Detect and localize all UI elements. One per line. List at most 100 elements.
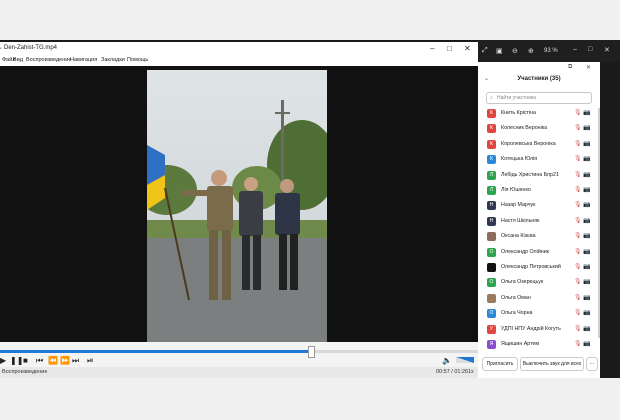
next-icon[interactable]: ⏭ xyxy=(72,356,79,366)
camera-off-icon[interactable]: 📷 xyxy=(583,171,590,178)
menu-view[interactable]: Вид xyxy=(13,57,23,63)
player-title: Den-Zahist-TG.mp4 xyxy=(4,45,58,51)
previous-icon[interactable]: ⏮ xyxy=(36,356,43,366)
menu-help[interactable]: Помощь xyxy=(127,57,148,63)
volume-icon[interactable]: 🔈 xyxy=(442,356,452,365)
participant-row[interactable]: Я Ящишин Артем 🎙 📷 xyxy=(478,337,600,352)
participant-row[interactable]: О Ольга Чорна 🎙 📷 xyxy=(478,306,600,321)
mic-muted-icon[interactable]: 🎙 xyxy=(574,109,582,116)
camera-off-icon[interactable]: 📷 xyxy=(583,294,590,301)
camera-off-icon[interactable]: 📷 xyxy=(583,325,590,332)
camera-off-icon[interactable]: 📷 xyxy=(583,109,590,116)
avatar: Н xyxy=(487,201,496,211)
forward-icon[interactable]: ⏩ xyxy=(60,356,70,365)
volume-slider[interactable] xyxy=(456,357,474,363)
stop-icon[interactable]: ■ xyxy=(23,356,28,365)
mic-muted-icon[interactable]: 🎙 xyxy=(574,232,582,239)
close-icon[interactable]: ✕ xyxy=(604,46,610,54)
mic-muted-icon[interactable]: 🎙 xyxy=(574,278,582,285)
mic-muted-icon[interactable]: 🎙 xyxy=(574,171,582,178)
menu-navigation[interactable]: Навигация xyxy=(70,57,97,63)
zoom-out-icon[interactable]: ⊖ xyxy=(512,47,518,55)
seek-bar[interactable] xyxy=(0,346,478,358)
participants-list: К Книть Крістіна 🎙 📷 К Колесник Вероніка 🎙 📷 К Ко… xyxy=(478,106,600,354)
camera-off-icon[interactable]: 📷 xyxy=(583,309,590,316)
camera-off-icon[interactable]: 📷 xyxy=(583,263,590,270)
participant-name: Колесник Вероніка xyxy=(501,125,548,132)
mic-muted-icon[interactable]: 🎙 xyxy=(574,186,582,193)
participant-row[interactable]: Н Настя Шкільняк 🎙 📷 xyxy=(478,214,600,229)
more-options-icon[interactable]: ⋯ xyxy=(586,357,598,371)
participant-name: Книть Крістіна xyxy=(501,110,536,116)
popout-icon[interactable]: ⧉ xyxy=(568,64,572,71)
menu-playback[interactable]: Воспроизведение xyxy=(26,57,71,63)
participant-row[interactable]: Ольга Оман 🎙 📷 xyxy=(478,291,600,306)
fit-screen-icon[interactable]: ▣ xyxy=(496,47,503,55)
mic-muted-icon[interactable]: 🎙 xyxy=(574,263,582,270)
pause-icon[interactable]: ❚❚ xyxy=(10,356,23,365)
fullscreen-icon[interactable]: ⤢ xyxy=(482,47,488,55)
camera-off-icon[interactable]: 📷 xyxy=(583,155,590,162)
minimize-icon[interactable]: – xyxy=(430,44,434,53)
avatar: Н xyxy=(487,216,496,226)
mic-muted-icon[interactable]: 🎙 xyxy=(574,309,582,316)
camera-off-icon[interactable]: 📷 xyxy=(583,140,590,147)
participant-row[interactable]: К Колесник Вероніка 🎙 📷 xyxy=(478,121,600,136)
camera-off-icon[interactable]: 📷 xyxy=(583,124,590,131)
menu-bookmarks[interactable]: Закладки xyxy=(101,57,125,63)
participant-row[interactable]: Н Назар Марчук 🎙 📷 xyxy=(478,198,600,213)
mic-muted-icon[interactable]: 🎙 xyxy=(574,294,582,301)
mic-muted-icon[interactable]: 🎙 xyxy=(574,248,582,255)
participant-row[interactable]: К Котецька Юлія 🎙 📷 xyxy=(478,152,600,167)
close-icon[interactable]: ✕ xyxy=(464,44,471,53)
frame-step-icon[interactable]: ⏯ xyxy=(87,356,93,366)
participant-name: Ольга Чорна xyxy=(501,310,533,317)
camera-off-icon[interactable]: 📷 xyxy=(583,232,590,239)
video-player-window: ▸ Den-Zahist-TG.mp4 – □ ✕ Файл Вид Воспр… xyxy=(0,42,478,378)
participant-row[interactable]: У УДПІ НПУ Андрій Когуть 🎙 📷 xyxy=(478,322,600,337)
mic-muted-icon[interactable]: 🎙 xyxy=(574,201,582,208)
camera-off-icon[interactable]: 📷 xyxy=(583,278,590,285)
mic-muted-icon[interactable]: 🎙 xyxy=(574,155,582,162)
participant-row[interactable]: О Олександр Олійник 🎙 📷 xyxy=(478,245,600,260)
seek-handle[interactable] xyxy=(308,346,315,358)
participant-row[interactable]: Л Лебідь Христина Бпр21 🎙 📷 xyxy=(478,168,600,183)
camera-off-icon[interactable]: 📷 xyxy=(583,340,590,347)
avatar xyxy=(487,232,496,242)
mic-muted-icon[interactable]: 🎙 xyxy=(574,140,582,147)
playback-status: Воспроизведение xyxy=(2,369,48,375)
participant-row[interactable]: К Королевська Вероніка 🎙 📷 xyxy=(478,137,600,152)
avatar: О xyxy=(487,247,496,257)
invite-button[interactable]: Пригласить xyxy=(482,357,518,371)
minimize-icon[interactable]: – xyxy=(573,46,577,53)
participant-row[interactable]: Оксана Кізєва 🎙 📷 xyxy=(478,229,600,244)
avatar: Я xyxy=(487,340,496,349)
participant-row[interactable]: К Книть Крістіна 🎙 📷 xyxy=(478,106,600,121)
participant-name: Лебідь Христина Бпр21 xyxy=(501,171,559,178)
maximize-icon[interactable]: □ xyxy=(447,44,452,53)
avatar: К xyxy=(487,109,496,118)
search-participants-input[interactable]: ⌕ Найти участника xyxy=(486,92,592,104)
camera-off-icon[interactable]: 📷 xyxy=(583,201,590,208)
panel-close-icon[interactable]: ✕ xyxy=(586,64,591,71)
participant-row[interactable]: Олександр Петровський 🎙 📷 xyxy=(478,260,600,275)
list-scrollbar[interactable] xyxy=(598,108,600,338)
camera-off-icon[interactable]: 📷 xyxy=(583,186,590,193)
mute-all-button[interactable]: Выключить звук для всех xyxy=(520,357,584,371)
participant-row[interactable]: Л Лія Юшенко 🎙 📷 xyxy=(478,183,600,198)
rewind-icon[interactable]: ⏪ xyxy=(48,356,58,365)
play-icon[interactable]: ▶ xyxy=(0,356,6,365)
mic-muted-icon[interactable]: 🎙 xyxy=(574,325,582,332)
mic-muted-icon[interactable]: 🎙 xyxy=(574,340,582,347)
mic-muted-icon[interactable]: 🎙 xyxy=(574,217,582,224)
mic-muted-icon[interactable]: 🎙 xyxy=(574,124,582,131)
participant-name: Котецька Юлія xyxy=(501,156,538,163)
participant-row[interactable]: О Ольга Озерецьук 🎙 📷 xyxy=(478,275,600,290)
camera-off-icon[interactable]: 📷 xyxy=(583,217,590,224)
zoom-in-icon[interactable]: ⊕ xyxy=(528,47,534,55)
maximize-icon[interactable]: □ xyxy=(588,46,592,53)
playback-speed: 1x xyxy=(468,369,474,375)
participants-panel: ⌄ ⧉ ✕ Участники (35) ⌕ Найти участника К… xyxy=(478,62,600,378)
camera-off-icon[interactable]: 📷 xyxy=(583,248,590,255)
avatar: У xyxy=(487,324,496,334)
